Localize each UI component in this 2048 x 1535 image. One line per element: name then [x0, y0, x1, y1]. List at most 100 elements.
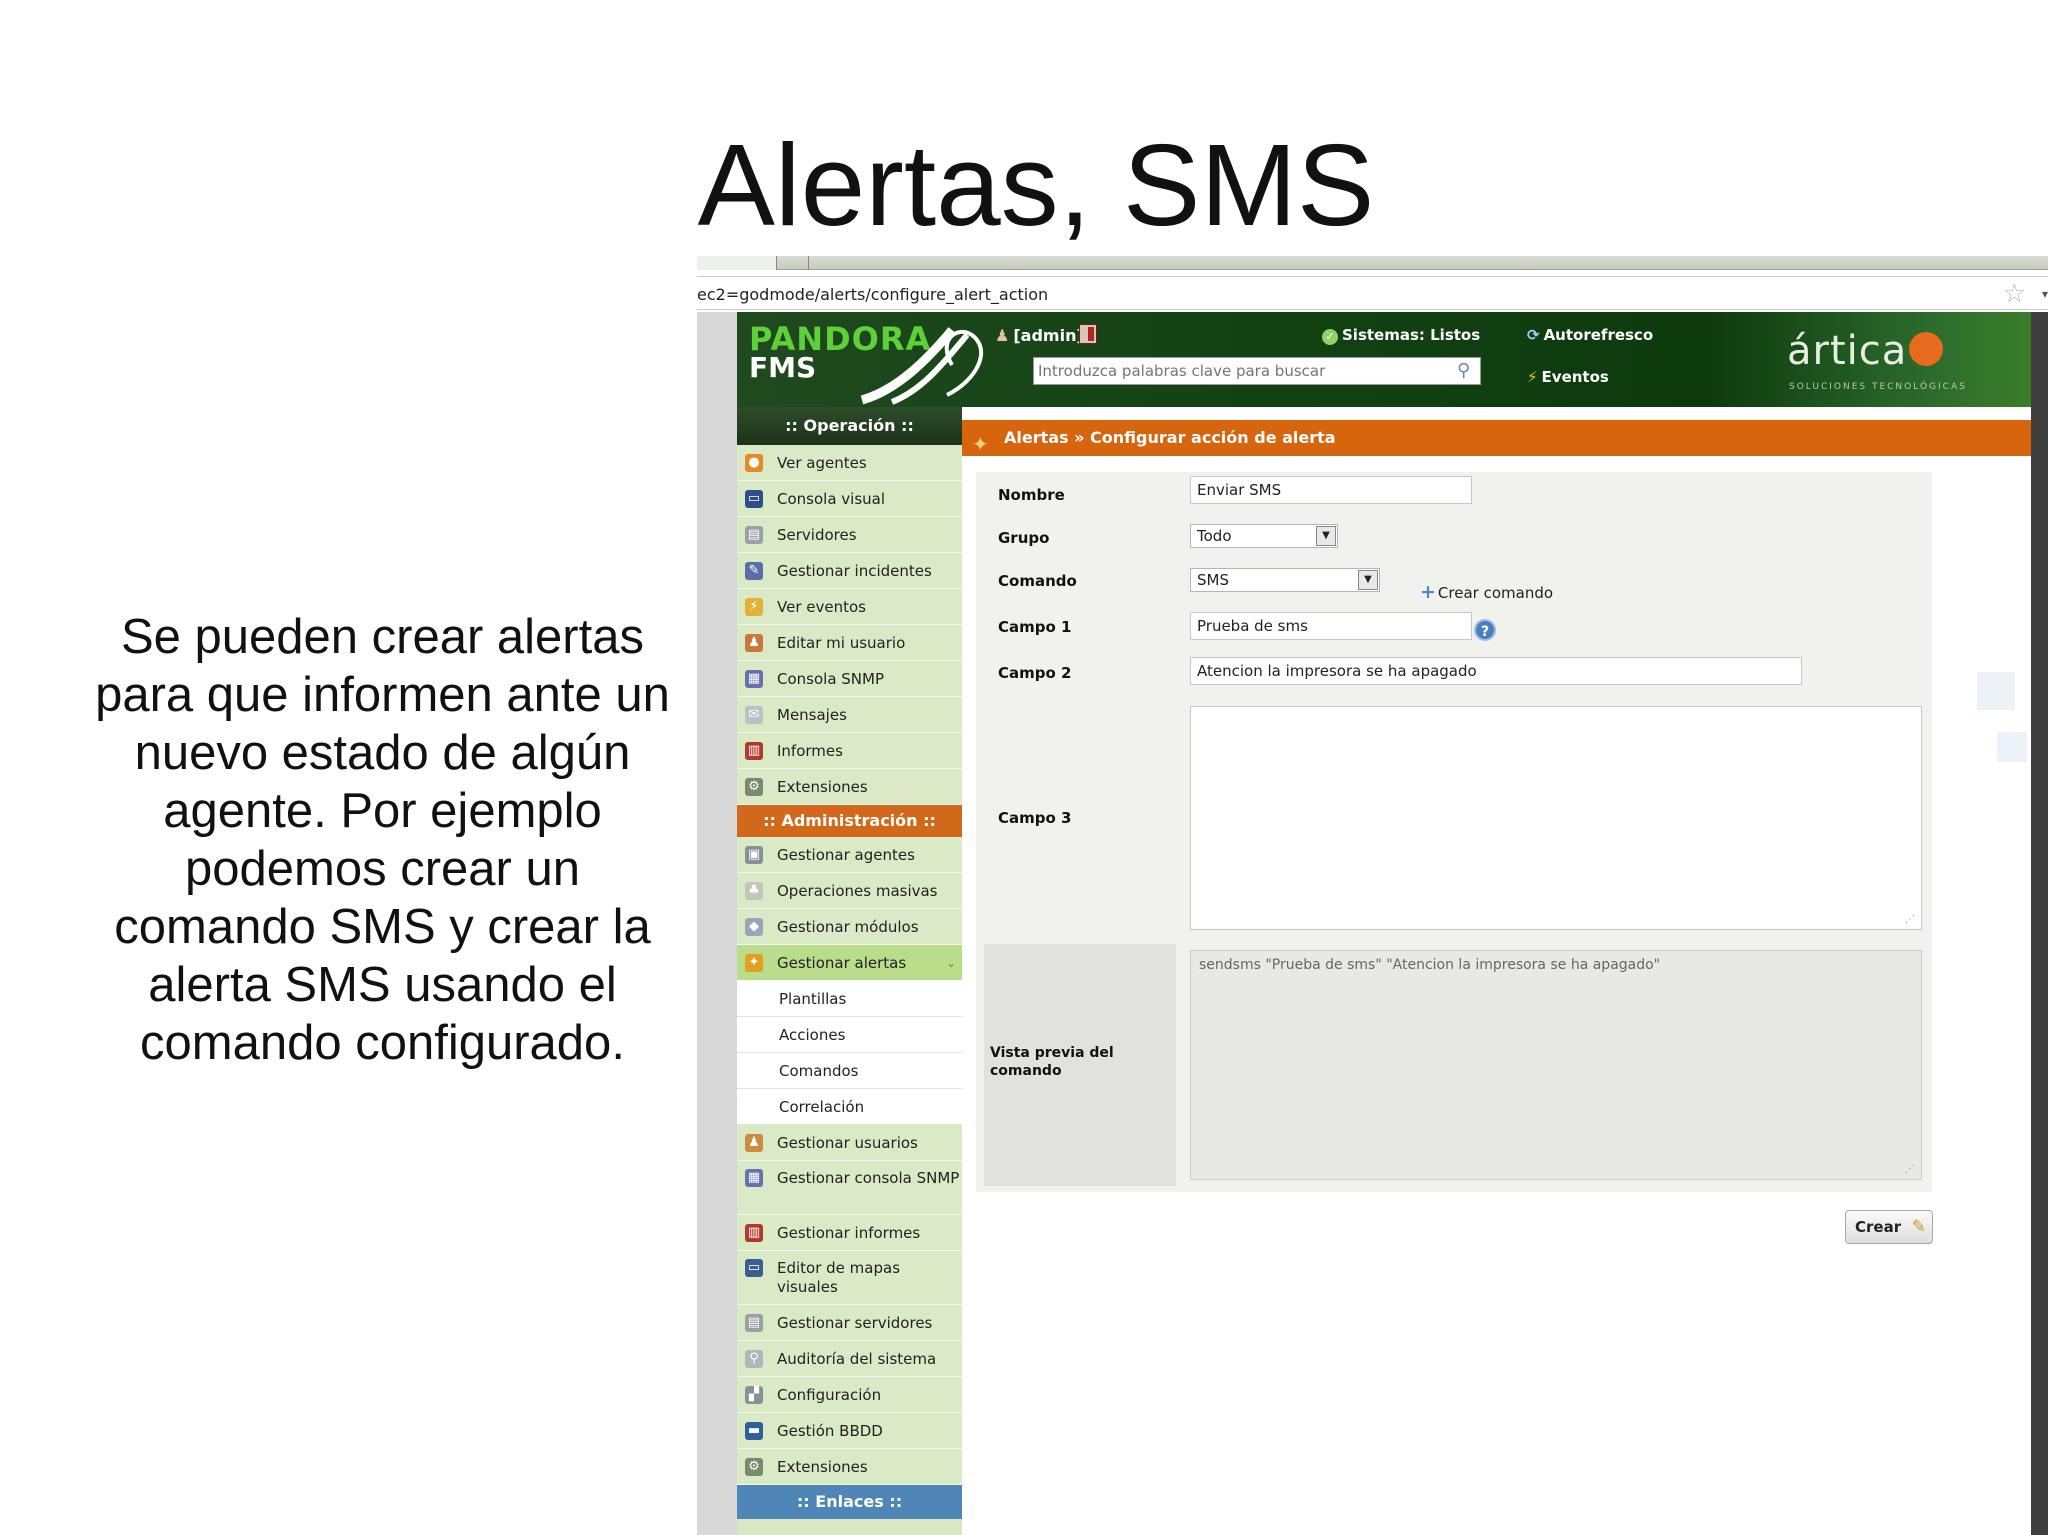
- settings-icon: ▞: [745, 1386, 763, 1404]
- sidebar-item-editar-usuario[interactable]: ♟ Editar mi usuario: [737, 625, 962, 661]
- select-arrow-icon[interactable]: ▼: [1358, 570, 1378, 590]
- resize-grip-icon[interactable]: ⋰: [1905, 914, 1915, 925]
- sidebar-item-label: Servidores: [777, 526, 857, 544]
- breadcrumb-text: Alertas » Configurar acción de alerta: [1004, 428, 1336, 447]
- help-icon[interactable]: ?: [1474, 619, 1496, 641]
- url-bar[interactable]: ec2=godmode/alerts/configure_alert_actio…: [697, 276, 2048, 310]
- search-icon[interactable]: ⚲: [1457, 360, 1470, 381]
- sidebar-item-label: Extensiones: [777, 778, 868, 796]
- events-link[interactable]: ⚡ Eventos: [1527, 368, 1609, 386]
- sidebar-item-ver-eventos[interactable]: ⚡ Ver eventos: [737, 589, 962, 625]
- artica-tagline: SOLUCIONES TECNOLÓGICAS: [1789, 382, 1967, 392]
- search-input[interactable]: [1033, 357, 1481, 385]
- nombre-field[interactable]: Enviar SMS: [1190, 476, 1472, 504]
- autorefresh-link[interactable]: ⟳ Autorefresco: [1527, 326, 1653, 344]
- grupo-select[interactable]: Todo ▼: [1190, 524, 1338, 548]
- monitor-icon: ▭: [745, 490, 763, 508]
- campo1-field[interactable]: Prueba de sms: [1190, 612, 1472, 640]
- refresh-icon: ⟳: [1527, 326, 1540, 344]
- sidebar-item-informes[interactable]: ▥ Informes: [737, 733, 962, 769]
- sidebar-item-label: Gestionar módulos: [777, 918, 919, 936]
- sidebar-item-gestionar-informes[interactable]: ▥ Gestionar informes: [737, 1215, 962, 1251]
- slide-body-text: Se pueden crear alertas para que informe…: [95, 610, 670, 1070]
- artica-logo-mark-icon: [1909, 332, 1944, 366]
- grupo-label: Grupo: [998, 529, 1050, 547]
- campo2-field[interactable]: Atencion la impresora se ha apagado: [1190, 657, 1802, 685]
- sidebar-item-label: Ver agentes: [777, 454, 867, 472]
- grupo-select-value: Todo: [1197, 527, 1232, 545]
- sidebar-item-gestionar-agentes[interactable]: ▣ Gestionar agentes: [737, 837, 962, 873]
- current-user[interactable]: ♟ [admin]: [995, 326, 1084, 345]
- sidebar-item-label: Gestionar informes: [777, 1224, 921, 1242]
- sidebar-header-operation[interactable]: :: Operación ::: [737, 407, 962, 445]
- report-icon: ▥: [745, 742, 763, 760]
- sidebar-item-consola-visual[interactable]: ▭ Consola visual: [737, 481, 962, 517]
- background-decoration: [1977, 672, 2015, 710]
- sidebar-item-extensiones-admin[interactable]: ⚙ Extensiones: [737, 1449, 962, 1485]
- sidebar-item-gestion-bbdd[interactable]: ▬ Gestión BBDD: [737, 1413, 962, 1449]
- sidebar-item-ver-agentes[interactable]: ● Ver agentes: [737, 445, 962, 481]
- new-tab-button[interactable]: [779, 256, 809, 270]
- sidebar-subitem-comandos[interactable]: Comandos: [737, 1053, 962, 1089]
- url-text[interactable]: ec2=godmode/alerts/configure_alert_actio…: [697, 285, 1048, 304]
- sidebar-item-incidentes[interactable]: ✎ Gestionar incidentes: [737, 553, 962, 589]
- browser-tab[interactable]: [697, 256, 777, 270]
- crear-button[interactable]: Crear ✎: [1845, 1210, 1933, 1244]
- sidebar-item-gestionar-servidores[interactable]: ▤ Gestionar servidores: [737, 1305, 962, 1341]
- sidebar-item-gestionar-usuarios[interactable]: ♟ Gestionar usuarios: [737, 1125, 962, 1161]
- window-margin: [697, 312, 737, 1535]
- sidebar-subitem-plantillas[interactable]: Plantillas: [737, 981, 962, 1017]
- preview-label: Vista previa del comando: [990, 1045, 1114, 1079]
- bookmark-star-icon[interactable]: ☆: [2003, 279, 2026, 309]
- user-icon: ♟: [995, 326, 1010, 345]
- sidebar-subitem-acciones[interactable]: Acciones: [737, 1017, 962, 1053]
- sidebar-item-label: Auditoría del sistema: [777, 1350, 937, 1368]
- artica-logo-text: ártica: [1787, 328, 1908, 374]
- logout-icon[interactable]: [1079, 324, 1097, 344]
- envelope-icon: ✉: [745, 706, 763, 724]
- browser-tab-strip: [697, 256, 2048, 270]
- map-editor-icon: ▭: [745, 1259, 763, 1277]
- sidebar-subitem-correlacion[interactable]: Correlación: [737, 1089, 962, 1125]
- command-preview-text: sendsms "Prueba de sms" "Atencion la imp…: [1199, 957, 1661, 973]
- campo3-textarea[interactable]: ⋰: [1190, 706, 1922, 930]
- campo1-label: Campo 1: [998, 618, 1072, 636]
- sidebar-item-extensiones[interactable]: ⚙ Extensiones: [737, 769, 962, 805]
- sidebar-item-label: Editar mi usuario: [777, 634, 906, 652]
- sidebar-header-administration[interactable]: :: Administración ::: [737, 805, 962, 837]
- select-arrow-icon[interactable]: ▼: [1316, 526, 1336, 546]
- sidebar-item-operaciones-masivas[interactable]: ♣ Operaciones masivas: [737, 873, 962, 909]
- lightning-icon: ⚡: [1527, 368, 1538, 386]
- comando-select[interactable]: SMS ▼: [1190, 568, 1380, 592]
- logo-fms[interactable]: FMS: [749, 354, 816, 382]
- plus-icon: +: [1420, 581, 1436, 603]
- sidebar-item-label: Gestión BBDD: [777, 1422, 883, 1440]
- incident-icon: ✎: [745, 562, 763, 580]
- sidebar-item-gestionar-modulos[interactable]: ◆ Gestionar módulos: [737, 909, 962, 945]
- wand-icon: ✎: [1911, 1217, 1926, 1237]
- screenshot: ec2=godmode/alerts/configure_alert_actio…: [697, 256, 2048, 1535]
- dropdown-arrow-icon[interactable]: ▾: [2042, 287, 2048, 301]
- crear-comando-link[interactable]: + Crear comando: [1420, 581, 1553, 603]
- sidebar-header-links[interactable]: :: Enlaces ::: [737, 1485, 962, 1519]
- crear-comando-label: Crear comando: [1437, 584, 1554, 602]
- sidebar-item-servidores[interactable]: ▤ Servidores: [737, 517, 962, 553]
- sidebar-item-mensajes[interactable]: ✉ Mensajes: [737, 697, 962, 733]
- sidebar-item-gestionar-alertas[interactable]: ✦ Gestionar alertas ⌄: [737, 945, 962, 981]
- sidebar-item-consola-snmp[interactable]: ▦ Consola SNMP: [737, 661, 962, 697]
- sidebar-item-configuracion[interactable]: ▞ Configuración: [737, 1377, 962, 1413]
- sidebar-item-editor-mapas[interactable]: ▭ Editor de mapas visuales: [737, 1251, 962, 1305]
- resize-grip-icon: ⋰: [1905, 1164, 1915, 1175]
- sidebar-item-auditoria[interactable]: ⚲ Auditoría del sistema: [737, 1341, 962, 1377]
- sidebar-item-label: Ver eventos: [777, 598, 866, 616]
- report-manage-icon: ▥: [745, 1224, 763, 1242]
- artica-logo[interactable]: ártica: [1787, 328, 1944, 374]
- sidebar-item-label: Operaciones masivas: [777, 882, 938, 900]
- sidebar-item-label: Editor de mapas visuales: [777, 1259, 901, 1296]
- events-icon: ⚡: [745, 598, 763, 616]
- sidebar-item-label: Configuración: [777, 1386, 882, 1404]
- snmp-icon: ▦: [745, 670, 763, 688]
- sidebar-item-label: Mensajes: [777, 706, 847, 724]
- system-status[interactable]: ✓ Sistemas: Listos: [1322, 326, 1480, 345]
- sidebar-item-gestionar-consola-snmp[interactable]: ▦ Gestionar consola SNMP: [737, 1161, 962, 1215]
